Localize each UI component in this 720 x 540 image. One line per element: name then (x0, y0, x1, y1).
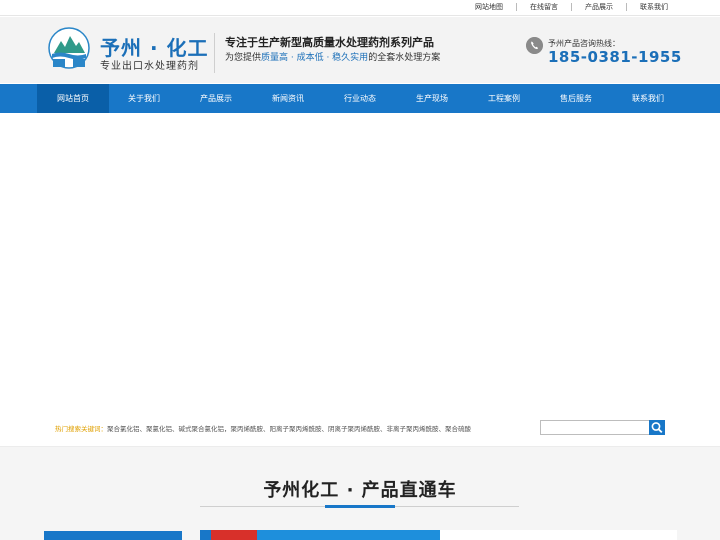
divider (516, 3, 517, 11)
top-utility-bar: 网站地图 在线留言 产品展示 联系我们 (0, 0, 720, 16)
slogan-sub: 为您提供质量高 · 成本低 · 稳久实用的全套水处理方案 (225, 50, 440, 63)
site-header: 予州 · 化工 专业出口水处理药剂 专注于生产新型高质量水处理药剂系列产品 为您… (0, 17, 720, 83)
product-tab[interactable] (211, 530, 257, 540)
phone-icon (526, 37, 543, 54)
slogan-suffix: 的全套水处理方案 (368, 53, 441, 63)
nav-industry[interactable]: 行业动态 (324, 84, 396, 113)
hot-keywords-list[interactable]: 聚合氯化铝、聚氯化铝、碱式聚合氯化铝，聚丙烯酰胺、阳离子聚丙烯酰胺、阴离子聚丙烯… (107, 425, 471, 433)
header-divider (214, 33, 215, 73)
slogan-main: 专注于生产新型高质量水处理药剂系列产品 (225, 36, 434, 49)
product-tab[interactable] (257, 530, 440, 540)
products-link[interactable]: 产品展示 (585, 2, 613, 12)
product-category-header[interactable] (44, 531, 182, 540)
main-nav: 网站首页 关于我们 产品展示 新闻资讯 行业动态 生产现场 工程案例 售后服务 … (0, 84, 720, 113)
search-input[interactable] (540, 420, 650, 435)
slogan-highlight: 质量高 · 成本低 · 稳久实用 (261, 53, 369, 63)
nav-production[interactable]: 生产现场 (396, 84, 468, 113)
top-links: 网站地图 在线留言 产品展示 联系我们 (475, 2, 668, 12)
nav-news[interactable]: 新闻资讯 (252, 84, 324, 113)
hotline-number[interactable]: 185-0381-1955 (548, 48, 682, 66)
nav-about[interactable]: 关于我们 (108, 84, 180, 113)
nav-cases[interactable]: 工程案例 (468, 84, 540, 113)
hero-banner (0, 113, 720, 413)
title-accent-bar (325, 505, 395, 508)
nav-products[interactable]: 产品展示 (180, 84, 252, 113)
section-title: 予州化工 · 产品直通车 (263, 480, 457, 501)
divider (626, 3, 627, 11)
water-drop-logo-icon[interactable] (48, 27, 90, 69)
divider (571, 3, 572, 11)
sitemap-link[interactable]: 网站地图 (475, 2, 503, 12)
product-tab[interactable] (200, 530, 211, 540)
search-icon[interactable] (649, 420, 665, 435)
nav-home[interactable]: 网站首页 (37, 84, 109, 113)
hot-keywords-label: 热门搜索关键词： (55, 425, 107, 433)
slogan-prefix: 为您提供 (225, 53, 262, 63)
brand-subtitle: 专业出口水处理药剂 (100, 61, 199, 72)
nav-service[interactable]: 售后服务 (540, 84, 612, 113)
contact-link[interactable]: 联系我们 (640, 2, 668, 12)
message-link[interactable]: 在线留言 (530, 2, 558, 12)
nav-contact[interactable]: 联系我们 (612, 84, 684, 113)
hot-keywords: 热门搜索关键词：聚合氯化铝、聚氯化铝、碱式聚合氯化铝，聚丙烯酰胺、阳离子聚丙烯酰… (55, 423, 471, 433)
